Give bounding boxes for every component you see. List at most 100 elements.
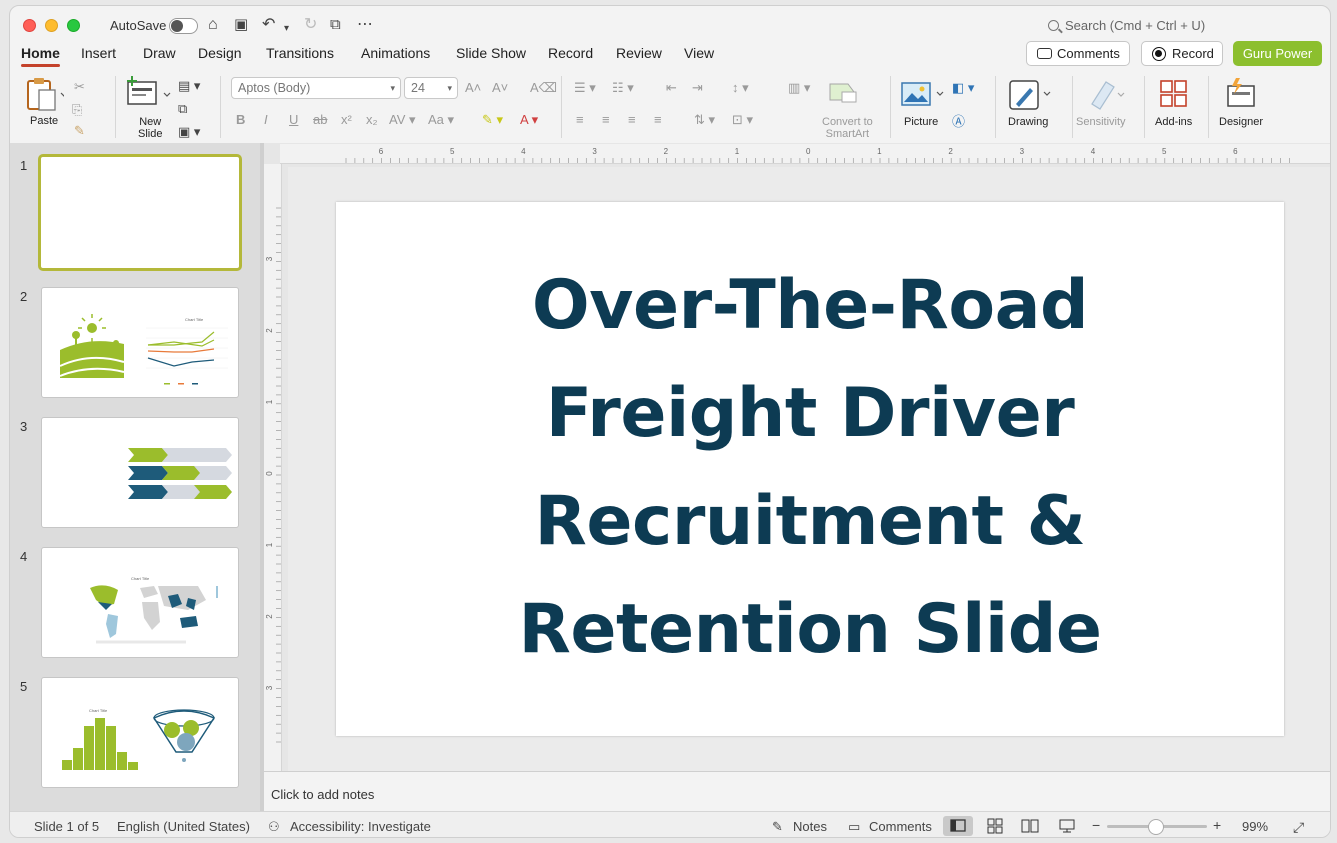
font-size-dropdown[interactable]: 24 ▾ [404,77,458,99]
numbering-icon[interactable]: ☷ ▾ [612,80,634,96]
accessibility-icon[interactable]: ⚇ [268,819,280,835]
section-icon[interactable]: ▣ ▾ [178,124,200,140]
columns-icon[interactable]: ▥ ▾ [788,80,810,96]
designer-icon[interactable] [1224,76,1258,110]
ruler-label: 5 [450,147,455,156]
reading-view-button[interactable] [1015,816,1045,836]
increase-indent-icon[interactable]: ⇥ [692,80,703,96]
align-text-icon[interactable]: ⊡ ▾ [732,112,753,128]
shapes-icon[interactable]: ◧ ▾ [952,80,974,96]
record-button[interactable]: Record [1141,41,1223,66]
slide-thumbnail-5[interactable]: Chart Title [41,677,239,788]
drawing-icon[interactable] [1008,78,1052,112]
tab-design[interactable]: Design [198,45,242,61]
mini-chart-title: Chart Title [185,317,204,322]
undo-icon[interactable]: ↶ [262,16,275,34]
zoom-level[interactable]: 99% [1242,819,1268,834]
slide-title-textbox[interactable]: Over-The-Road Freight Driver Recruitment… [486,252,1134,684]
save-icon[interactable]: ▣ [234,16,248,34]
justify-icon[interactable]: ≡ [654,112,662,128]
align-center-icon[interactable]: ≡ [602,112,610,128]
font-color-icon[interactable]: A ▾ [520,112,538,128]
undo-dropdown-icon[interactable]: ▾ [284,20,289,38]
text-direction-icon[interactable]: ⇅ ▾ [694,112,715,128]
customize-icon[interactable]: ⧉ [330,16,341,34]
cut-icon[interactable]: ✂ [74,79,85,95]
zoom-out-icon[interactable]: − [1092,817,1100,833]
minimize-window-button[interactable] [45,19,58,32]
slide-thumbnail-4[interactable]: Chart Title [41,547,239,658]
strikethrough-icon[interactable]: ab [313,112,327,128]
subscript-icon[interactable]: x₂ [366,112,378,128]
zoom-window-button[interactable] [67,19,80,32]
increase-font-icon[interactable]: A˄ [465,80,481,96]
layout-icon[interactable]: ▤ ▾ [178,78,200,94]
line-spacing-icon[interactable]: ↕ ▾ [732,80,749,96]
slideshow-icon [1059,819,1075,833]
close-window-button[interactable] [23,19,36,32]
tab-record[interactable]: Record [548,45,593,61]
current-slide[interactable]: Over-The-Road Freight Driver Recruitment… [336,202,1284,736]
notes-toggle-icon[interactable]: ✎ [772,819,783,835]
font-name-dropdown[interactable]: Aptos (Body) ▾ [231,77,401,99]
tab-animations[interactable]: Animations [361,45,430,61]
tab-draw[interactable]: Draw [143,45,176,61]
farm-and-line-chart-preview: Chart Title [59,314,228,385]
autosave-toggle[interactable] [169,18,198,34]
guru-power-button[interactable]: Guru Power [1233,41,1322,66]
character-spacing-icon[interactable]: AV ▾ [389,112,416,128]
tab-view[interactable]: View [684,45,714,61]
slide-thumbnail-2[interactable]: Chart Title [41,287,239,398]
zoom-slider-handle[interactable] [1148,819,1164,835]
format-painter-icon[interactable]: ✎ [74,123,85,139]
copy-icon[interactable]: ⎘ [72,102,82,118]
new-slide-icon[interactable] [126,76,172,110]
accessibility-status[interactable]: Accessibility: Investigate [290,819,431,834]
tab-home[interactable]: Home [21,45,60,67]
language-indicator[interactable]: English (United States) [117,819,250,834]
fit-to-window-icon[interactable]: ⤢ [1293,819,1304,836]
home-icon[interactable]: ⌂ [208,16,218,34]
bold-icon[interactable]: B [236,112,245,128]
slideshow-button[interactable] [1052,816,1082,836]
align-left-icon[interactable]: ≡ [576,112,584,128]
tab-review[interactable]: Review [616,45,662,61]
decrease-indent-icon[interactable]: ⇤ [666,80,677,96]
tab-transitions[interactable]: Transitions [266,45,334,61]
clear-formatting-icon[interactable]: A⌫ [530,80,557,96]
align-right-icon[interactable]: ≡ [628,112,636,128]
comments-button[interactable]: Comments [1026,41,1130,66]
sensitivity-icon[interactable] [1086,78,1128,110]
tab-slide-show[interactable]: Slide Show [456,45,526,61]
highlight-icon[interactable]: ✎ ▾ [482,112,503,128]
redo-icon[interactable]: ↻ [304,16,317,34]
zoom-in-icon[interactable]: + [1213,817,1221,833]
slide-sorter-button[interactable] [980,816,1010,836]
paste-icon[interactable] [24,76,64,112]
underline-icon[interactable]: U [289,112,298,128]
reset-icon[interactable]: ⧉ [178,101,187,117]
status-bar: Slide 1 of 5 English (United States) ⚇ A… [10,811,1330,837]
comments-pane-icon[interactable]: ▭ [848,819,860,835]
smartart-icon[interactable] [828,80,860,106]
italic-icon[interactable]: I [264,112,268,128]
change-case-icon[interactable]: Aa ▾ [428,112,454,128]
slide-title-line: Recruitment & [534,482,1086,561]
slide-thumbnail-1[interactable] [38,154,242,271]
slide-thumbnail-3[interactable] [41,417,239,528]
addins-icon[interactable] [1159,78,1191,110]
textbox-icon[interactable]: Ⓐ [952,114,965,130]
notes-pane[interactable]: Click to add notes [264,771,1330,811]
picture-icon[interactable] [901,80,945,108]
comments-pane-button[interactable]: Comments [869,819,932,834]
normal-view-button[interactable] [943,816,973,836]
bullets-icon[interactable]: ☰ ▾ [574,80,596,96]
tab-insert[interactable]: Insert [81,45,116,61]
decrease-font-icon[interactable]: A˅ [492,80,508,96]
search-field[interactable]: Search (Cmd + Ctrl + U) [1048,18,1205,33]
more-icon[interactable]: ⋯ [357,16,373,34]
superscript-icon[interactable]: x² [341,112,352,128]
notes-toggle-button[interactable]: Notes [793,819,827,834]
paste-label: Paste [30,115,59,127]
comment-icon [1037,48,1052,59]
